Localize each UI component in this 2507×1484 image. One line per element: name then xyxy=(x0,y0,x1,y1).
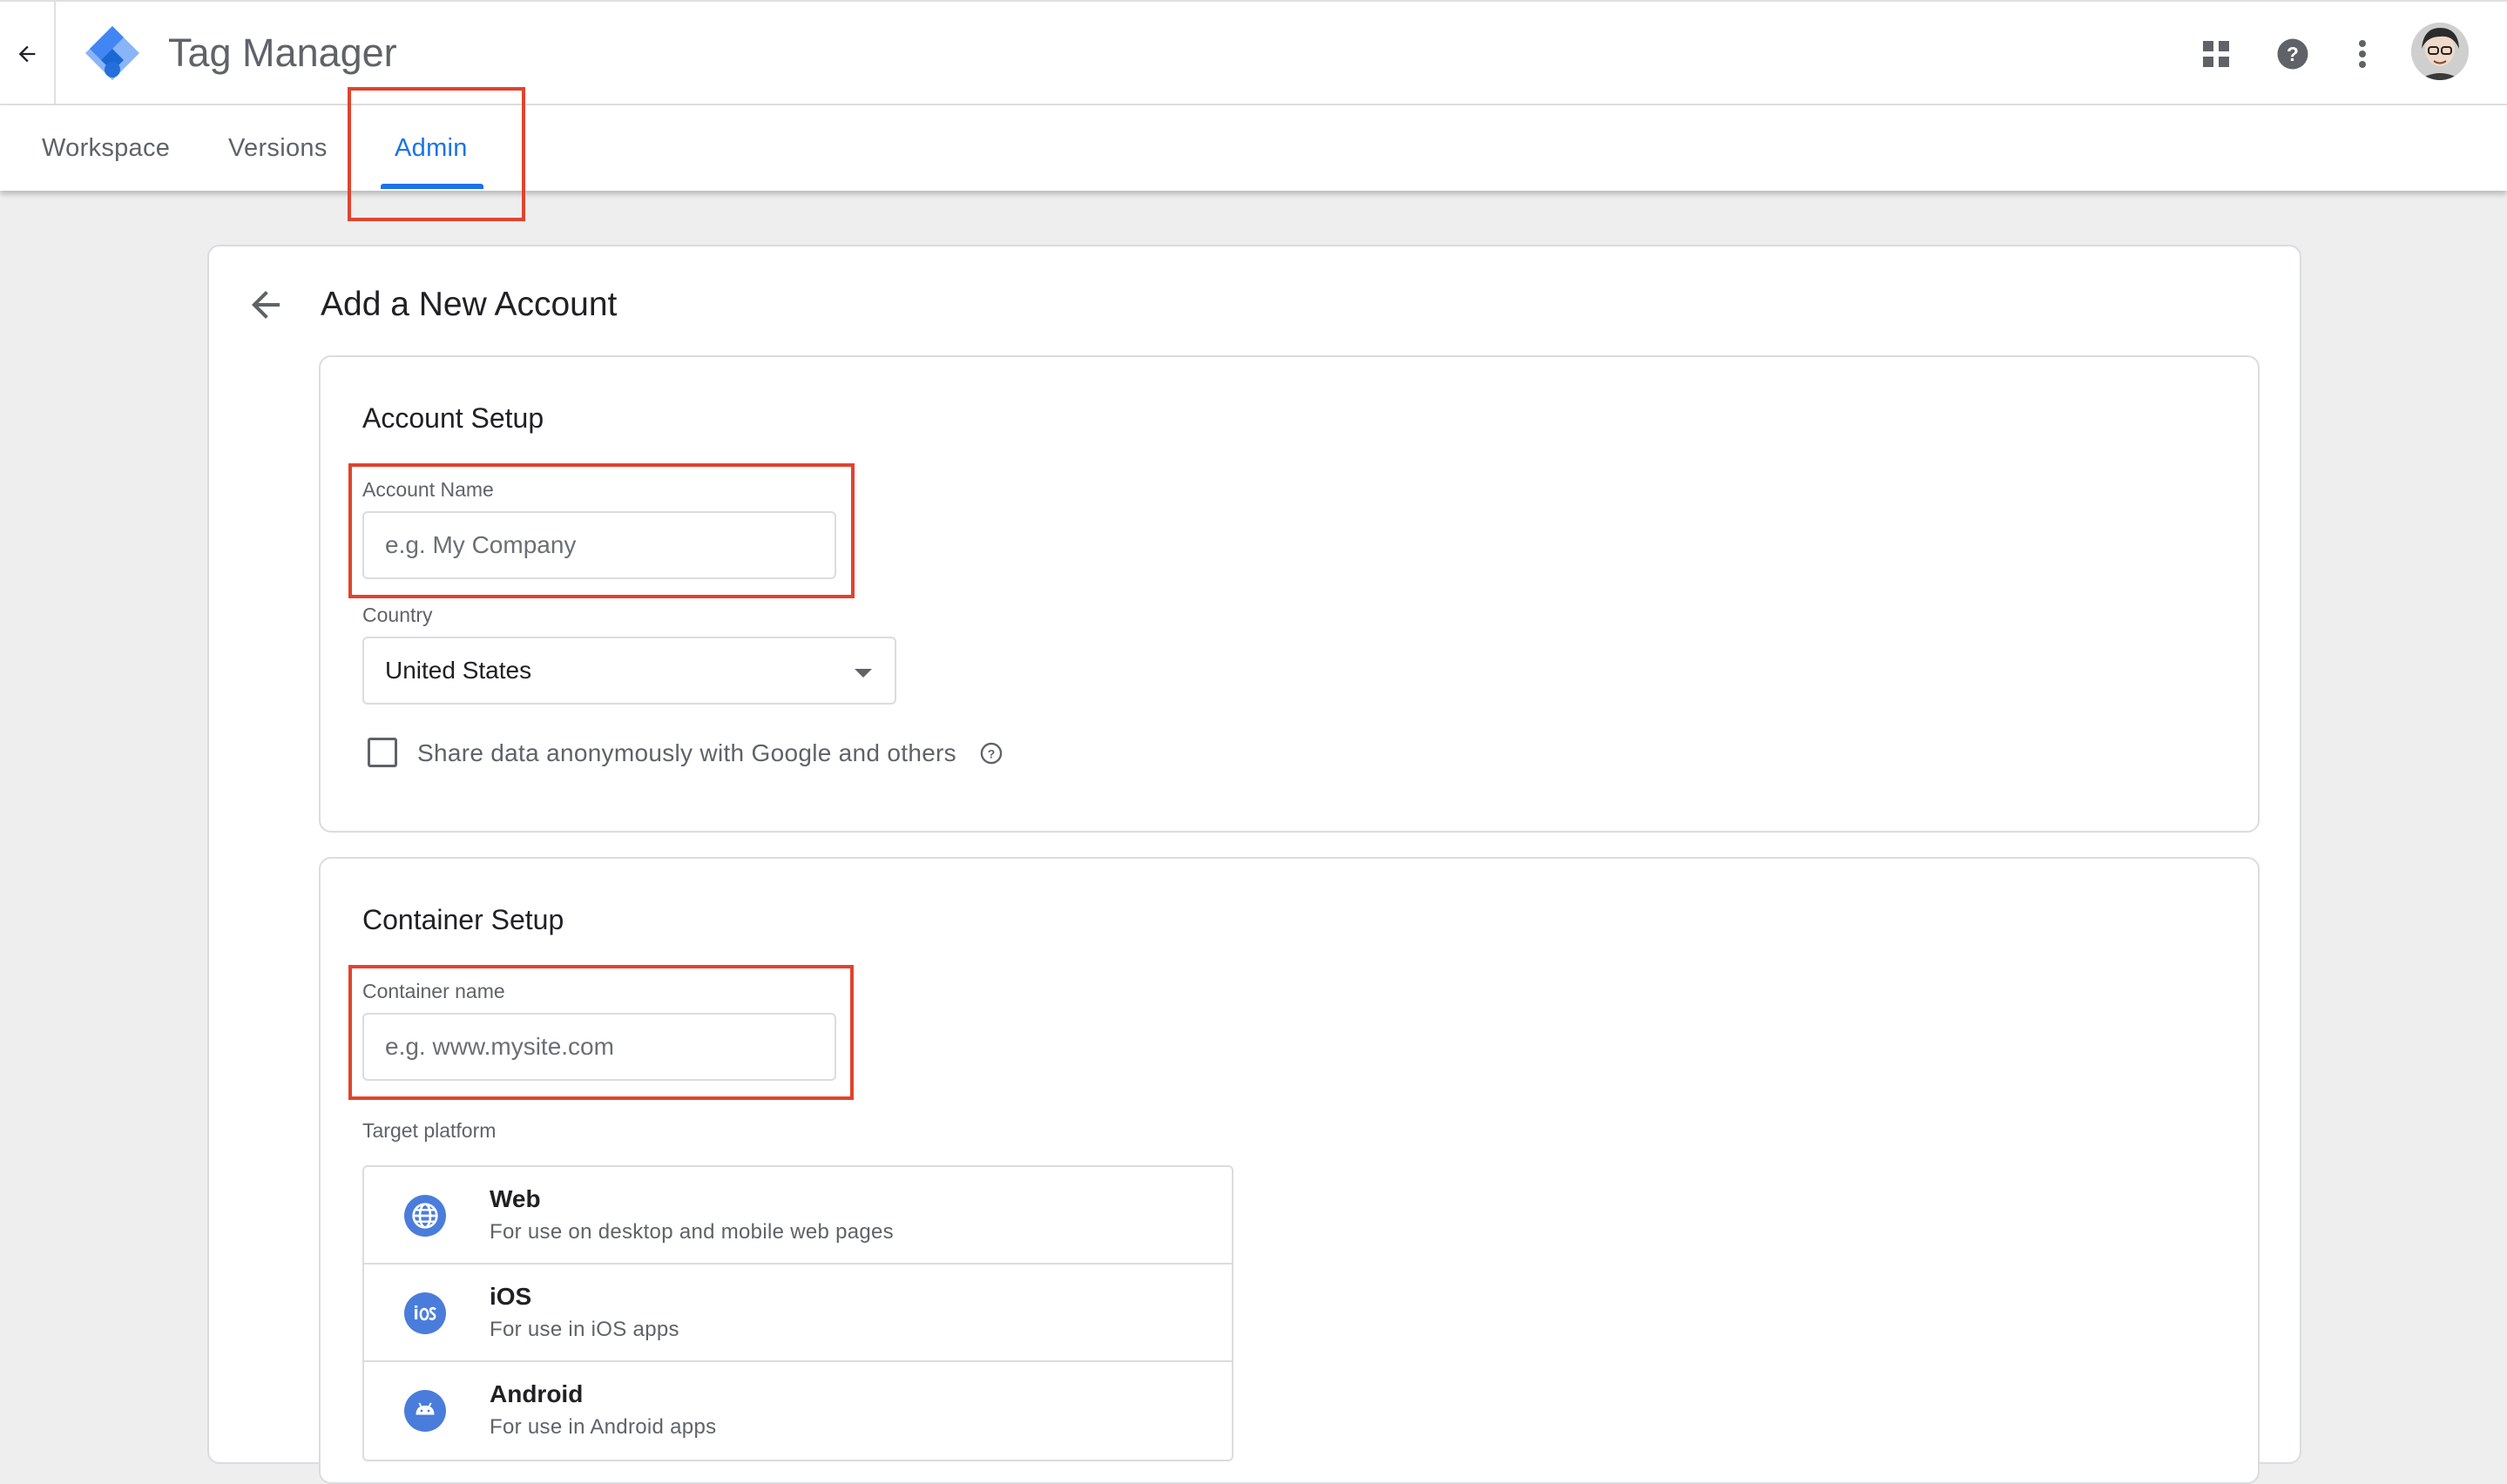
platform-option-android[interactable]: Android For use in Android apps xyxy=(364,1362,1232,1460)
account-setup-title: Account Setup xyxy=(362,402,544,434)
android-icon xyxy=(404,1390,446,1432)
share-data-checkbox[interactable] xyxy=(368,738,397,767)
account-name-label: Account Name xyxy=(362,478,494,501)
platform-name-android: Android xyxy=(490,1380,584,1407)
tab-versions[interactable]: Versions xyxy=(228,105,328,191)
account-name-input[interactable] xyxy=(362,511,836,579)
tag-manager-logo-icon xyxy=(85,26,139,80)
ios-icon xyxy=(404,1292,446,1334)
container-name-input[interactable] xyxy=(362,1013,836,1081)
country-select[interactable]: United States xyxy=(362,637,896,705)
apps-grid-icon xyxy=(2203,41,2229,67)
target-platform-list: Web For use on desktop and mobile web pa… xyxy=(362,1165,1233,1461)
tab-bar: Workspace Versions Admin xyxy=(0,105,2507,191)
platform-name-ios: iOS xyxy=(490,1283,532,1310)
active-tab-indicator xyxy=(381,184,483,189)
more-options-button[interactable] xyxy=(2340,31,2385,77)
svg-text:?: ? xyxy=(2287,43,2299,65)
platform-name-web: Web xyxy=(490,1185,541,1212)
user-avatar-icon xyxy=(2411,23,2469,80)
avatar[interactable] xyxy=(2411,23,2469,80)
arrow-back-icon xyxy=(18,45,36,62)
back-button[interactable] xyxy=(0,2,56,105)
platform-desc-android: For use in Android apps xyxy=(490,1415,717,1439)
platform-option-ios[interactable]: iOS For use in iOS apps xyxy=(364,1265,1232,1362)
target-platform-label: Target platform xyxy=(362,1119,497,1142)
globe-icon xyxy=(404,1195,446,1237)
help-button[interactable]: ? xyxy=(2270,31,2315,77)
help-outline-icon[interactable]: ? xyxy=(979,741,1003,766)
svg-text:?: ? xyxy=(988,746,996,760)
container-name-label: Container name xyxy=(362,980,505,1002)
container-setup-title: Container Setup xyxy=(362,904,564,935)
tab-admin[interactable]: Admin xyxy=(395,105,468,191)
top-app-bar: Tag Manager ? xyxy=(0,0,2507,105)
country-label: Country xyxy=(362,604,433,626)
page-title: Add a New Account xyxy=(321,286,618,323)
country-select-value: United States xyxy=(385,657,532,684)
apps-grid-button[interactable] xyxy=(2193,31,2239,77)
help-icon: ? xyxy=(2277,38,2308,70)
page-back-icon[interactable] xyxy=(245,284,287,326)
dropdown-arrow-icon xyxy=(855,669,872,678)
platform-option-web[interactable]: Web For use on desktop and mobile web pa… xyxy=(364,1167,1232,1265)
platform-desc-web: For use on desktop and mobile web pages xyxy=(490,1220,894,1244)
app-title: Tag Manager xyxy=(168,30,397,75)
more-vert-icon xyxy=(2359,40,2366,68)
share-data-label[interactable]: Share data anonymously with Google and o… xyxy=(417,738,956,769)
tab-workspace[interactable]: Workspace xyxy=(42,105,170,191)
platform-desc-ios: For use in iOS apps xyxy=(490,1318,679,1341)
